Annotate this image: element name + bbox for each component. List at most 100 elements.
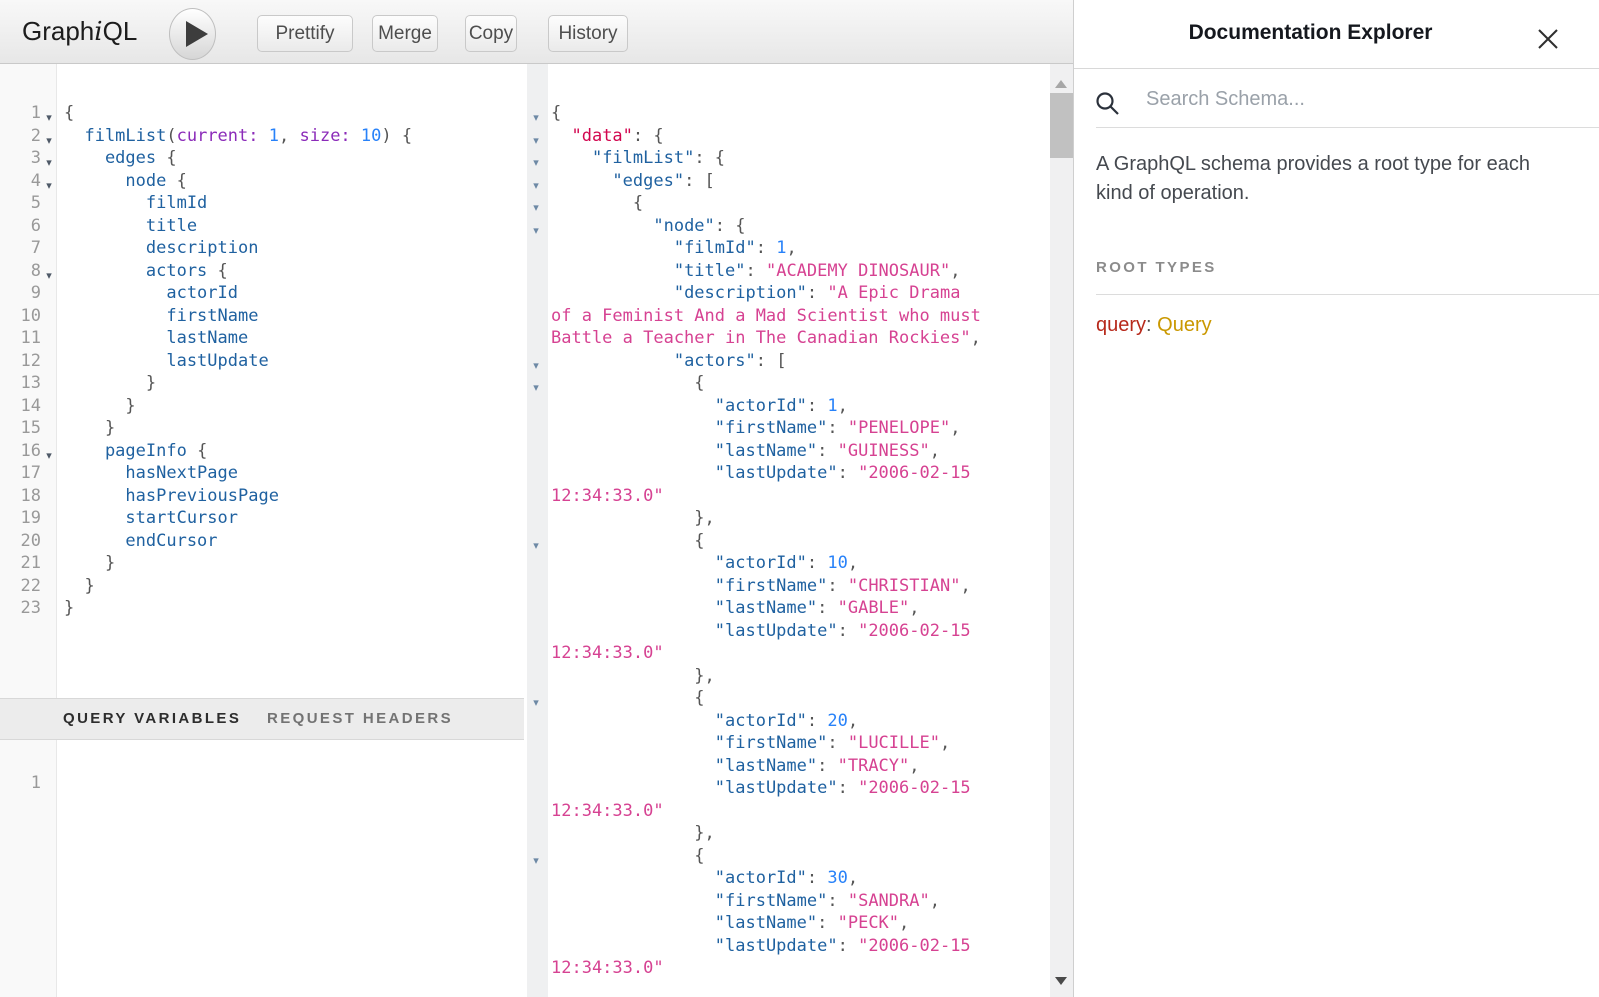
fold-arrow-icon[interactable]: ▾	[524, 220, 548, 243]
query-editor-line: 23}	[0, 597, 412, 620]
fold-gutter-cell	[41, 400, 57, 423]
code-line-text: {	[57, 102, 74, 125]
fold-gutter-cell	[524, 512, 548, 535]
result-line: "title": "ACADEMY DINOSAUR",	[524, 260, 987, 283]
fold-arrow-icon[interactable]: ▾	[524, 355, 548, 378]
code-line-text: }	[57, 575, 95, 598]
fold-gutter-cell	[524, 602, 548, 625]
fold-gutter-cell	[524, 827, 548, 850]
doc-explorer-body: A GraphQL schema provides a root type fo…	[1074, 128, 1599, 337]
fold-gutter-cell	[524, 737, 548, 760]
line-number: 5	[0, 192, 41, 215]
code-line-text: hasPreviousPage	[57, 485, 279, 508]
close-icon[interactable]	[1536, 27, 1560, 51]
fold-gutter-cell	[524, 940, 548, 985]
prettify-button[interactable]: Prettify	[257, 15, 353, 52]
fold-arrow-icon[interactable]: ▾	[41, 265, 57, 288]
fold-gutter-cell	[41, 220, 57, 243]
search-input[interactable]	[1144, 79, 1548, 119]
code-line-text: pageInfo {	[57, 440, 207, 463]
line-number: 23	[0, 597, 41, 620]
query-editor-line: 4▾ node {	[0, 170, 412, 193]
search-icon	[1095, 91, 1121, 117]
code-line-text: "lastUpdate": "2006-02-15 12:34:33.0"	[551, 935, 987, 980]
logo-italic-i: i	[94, 17, 102, 47]
tab-request-headers[interactable]: REQUEST HEADERS	[267, 699, 453, 739]
code-line-text: },	[551, 665, 987, 688]
query-editor-line: 16▾ pageInfo {	[0, 440, 412, 463]
result-line: "lastName": "TRACY",	[524, 755, 987, 778]
code-line-text: "lastUpdate": "2006-02-15 12:34:33.0"	[551, 620, 987, 665]
query-editor-line: 2▾ filmList(current: 1, size: 10) {	[0, 125, 412, 148]
line-number: 19	[0, 507, 41, 530]
scrollbar-down-arrow-icon[interactable]	[1055, 977, 1067, 985]
fold-arrow-icon[interactable]: ▾	[524, 692, 548, 715]
result-scrollbar[interactable]	[1050, 64, 1073, 997]
fold-gutter-cell	[524, 467, 548, 512]
fold-arrow-icon[interactable]: ▾	[524, 107, 548, 130]
scrollbar-thumb[interactable]	[1050, 93, 1073, 158]
code-line-text: "actorId": 20,	[551, 710, 987, 733]
code-line-text: lastUpdate	[57, 350, 269, 373]
line-number: 3	[0, 147, 41, 170]
fold-arrow-icon[interactable]: ▾	[524, 130, 548, 153]
fold-arrow-icon[interactable]: ▾	[524, 535, 548, 558]
result-line: "description": "A Epic Drama of a Femini…	[524, 282, 987, 350]
code-line-text: startCursor	[57, 507, 238, 530]
fold-arrow-icon[interactable]: ▾	[524, 377, 548, 400]
history-button[interactable]: History	[548, 15, 628, 52]
query-type-link[interactable]: Query	[1157, 314, 1211, 336]
line-number: 21	[0, 552, 41, 575]
fold-gutter-cell	[524, 422, 548, 445]
code-line-text: "lastUpdate": "2006-02-15 12:34:33.0"	[551, 777, 987, 822]
result-line: ▾ {	[524, 530, 987, 553]
fold-gutter-cell	[524, 557, 548, 580]
result-line: ▾{	[524, 102, 987, 125]
code-line-text: {	[551, 102, 987, 125]
fold-arrow-icon[interactable]: ▾	[41, 152, 57, 175]
tab-query-variables[interactable]: QUERY VARIABLES	[63, 699, 241, 739]
line-number: 17	[0, 462, 41, 485]
query-editor[interactable]: 1▾{2▾ filmList(current: 1, size: 10) {3▾…	[0, 102, 412, 620]
scrollbar-up-arrow-icon[interactable]	[1055, 80, 1067, 88]
code-line-text: actorId	[57, 282, 238, 305]
result-line: ▾ {	[524, 372, 987, 395]
fold-arrow-icon[interactable]: ▾	[524, 197, 548, 220]
fold-gutter-cell	[41, 242, 57, 265]
query-editor-line: 22 }	[0, 575, 412, 598]
root-query-row: query: Query	[1096, 314, 1599, 337]
code-line-text: filmId	[57, 192, 207, 215]
result-line: ▾ "data": {	[524, 125, 987, 148]
fold-gutter-cell	[41, 557, 57, 580]
code-line-text: "actors": [	[551, 350, 987, 373]
query-editor-line: 8▾ actors {	[0, 260, 412, 283]
copy-button[interactable]: Copy	[465, 15, 517, 52]
merge-button[interactable]: Merge	[372, 15, 438, 52]
result-line: "lastUpdate": "2006-02-15 12:34:33.0"	[524, 935, 987, 980]
fold-arrow-icon[interactable]: ▾	[41, 130, 57, 153]
result-line: "actorId": 30,	[524, 867, 987, 890]
fold-arrow-icon[interactable]: ▾	[524, 850, 548, 873]
query-editor-line: 5 filmId	[0, 192, 412, 215]
fold-arrow-icon[interactable]: ▾	[41, 107, 57, 130]
fold-gutter-cell	[41, 377, 57, 400]
result-line: ▾ {	[524, 192, 987, 215]
fold-gutter-cell	[524, 625, 548, 670]
result-line: "lastUpdate": "2006-02-15 12:34:33.0"	[524, 620, 987, 665]
fold-arrow-icon[interactable]: ▾	[41, 175, 57, 198]
play-icon	[186, 21, 208, 47]
fold-gutter-cell	[41, 197, 57, 220]
fold-arrow-icon[interactable]: ▾	[524, 152, 548, 175]
code-line-text: title	[57, 215, 197, 238]
result-line: "firstName": "LUCILLE",	[524, 732, 987, 755]
execute-button[interactable]	[169, 8, 216, 60]
fold-arrow-icon[interactable]: ▾	[41, 445, 57, 468]
code-line-text: hasNextPage	[57, 462, 238, 485]
fold-arrow-icon[interactable]: ▾	[524, 175, 548, 198]
code-line-text: description	[57, 237, 258, 260]
query-editor-line: 21 }	[0, 552, 412, 575]
code-line-text: endCursor	[57, 530, 218, 553]
result-pane: ▾{▾ "data": {▾ "filmList": {▾ "edges": […	[524, 64, 1073, 997]
query-editor-line: 15 }	[0, 417, 412, 440]
query-editor-line: 11 lastName	[0, 327, 412, 350]
